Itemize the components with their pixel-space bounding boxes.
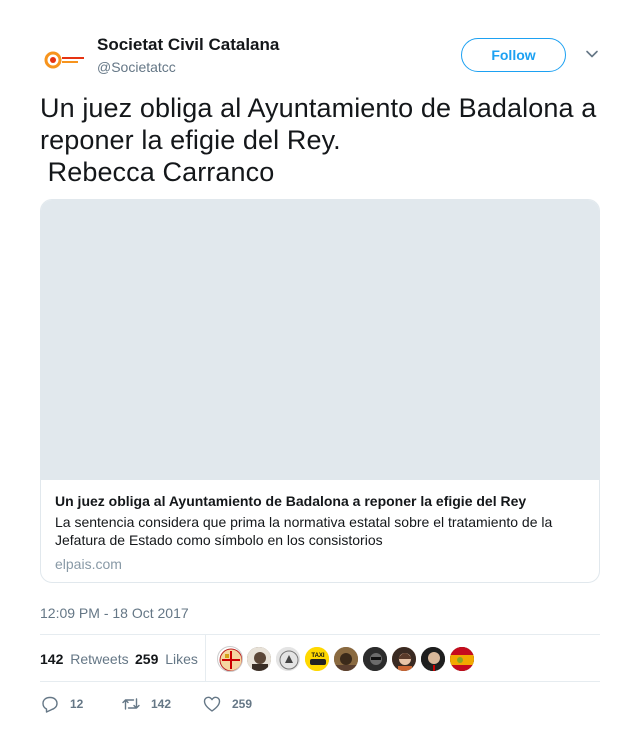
tweet: Societat Civil Catalana @Societatcc Foll… <box>40 30 600 713</box>
liker-avatar[interactable] <box>391 646 417 672</box>
liker-avatar[interactable] <box>217 646 243 672</box>
reply-icon[interactable] <box>40 694 60 714</box>
card-domain: elpais.com <box>55 556 122 572</box>
liker-avatar[interactable] <box>275 646 301 672</box>
liker-avatar[interactable] <box>333 646 359 672</box>
user-info[interactable]: Societat Civil Catalana @Societatcc <box>97 34 279 77</box>
liker-avatar[interactable] <box>449 646 475 672</box>
retweet-action[interactable]: 142 <box>121 694 171 714</box>
retweets-stat[interactable]: 142 Retweets <box>40 650 129 668</box>
liker-avatar[interactable] <box>362 646 388 672</box>
retweets-label: Retweets <box>70 651 129 667</box>
tweet-timestamp[interactable]: 12:09 PM - 18 Oct 2017 <box>40 603 189 623</box>
like-action[interactable]: 259 <box>202 694 252 714</box>
likes-count: 259 <box>135 651 159 667</box>
heart-icon[interactable] <box>202 694 222 714</box>
like-count: 259 <box>232 697 253 711</box>
card-title[interactable]: Un juez obliga al Ayuntamiento de Badalo… <box>55 492 526 510</box>
avatar[interactable] <box>40 36 88 84</box>
retweet-count: 142 <box>151 697 172 711</box>
societat-civil-catalana-logo <box>44 51 84 69</box>
likes-label: Likes <box>165 651 198 667</box>
card-description: La sentencia considera que prima la norm… <box>55 514 553 548</box>
tweet-header: Societat Civil Catalana @Societatcc Foll… <box>40 30 600 84</box>
reply-action[interactable]: 12 <box>40 694 83 714</box>
retweets-count: 142 <box>40 651 64 667</box>
liker-avatar[interactable] <box>420 646 446 672</box>
chevron-down-icon[interactable] <box>585 47 599 61</box>
retweet-icon[interactable] <box>121 694 141 714</box>
tweet-stats: 142 Retweets 259 Likes TAXI <box>40 634 600 682</box>
liker-avatar[interactable] <box>246 646 272 672</box>
reply-count: 12 <box>70 697 84 711</box>
follow-button[interactable]: Follow <box>461 38 566 72</box>
screen-name[interactable]: @Societatcc <box>97 57 279 77</box>
tweet-actions: 12 142 259 <box>40 694 600 714</box>
display-name[interactable]: Societat Civil Catalana <box>97 34 279 56</box>
svg-text:TAXI: TAXI <box>311 653 325 659</box>
likes-stat[interactable]: 259 Likes <box>135 650 198 668</box>
liker-avatar[interactable]: TAXI <box>304 646 330 672</box>
stats-divider <box>205 635 206 682</box>
tweet-text: Un juez obliga al Ayuntamiento de Badalo… <box>40 93 597 187</box>
card-image[interactable] <box>41 200 599 480</box>
link-card[interactable]: Un juez obliga al Ayuntamiento de Badalo… <box>40 199 600 583</box>
